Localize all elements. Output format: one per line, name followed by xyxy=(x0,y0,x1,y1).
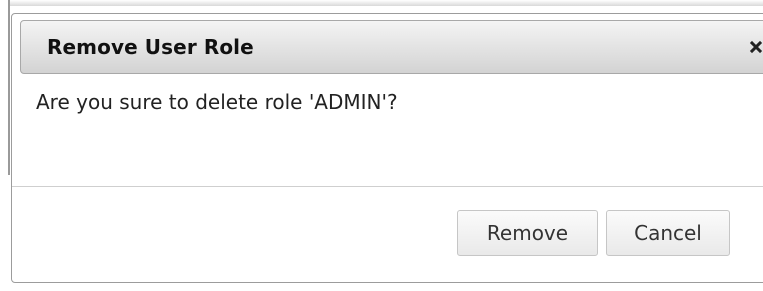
dialog-title: Remove User Role xyxy=(47,35,254,59)
close-icon[interactable] xyxy=(749,40,763,54)
cancel-button[interactable]: Cancel xyxy=(606,210,730,256)
background-window-edge xyxy=(10,0,763,6)
background-window-border xyxy=(8,0,10,175)
remove-button[interactable]: Remove xyxy=(457,210,598,256)
page: Remove User Role Are you sure to delete … xyxy=(0,0,763,291)
button-pane-divider xyxy=(12,186,763,187)
confirmation-message: Are you sure to delete role 'ADMIN'? xyxy=(36,90,398,114)
dialog-titlebar[interactable]: Remove User Role xyxy=(20,20,763,74)
remove-user-role-dialog: Remove User Role Are you sure to delete … xyxy=(11,13,763,283)
